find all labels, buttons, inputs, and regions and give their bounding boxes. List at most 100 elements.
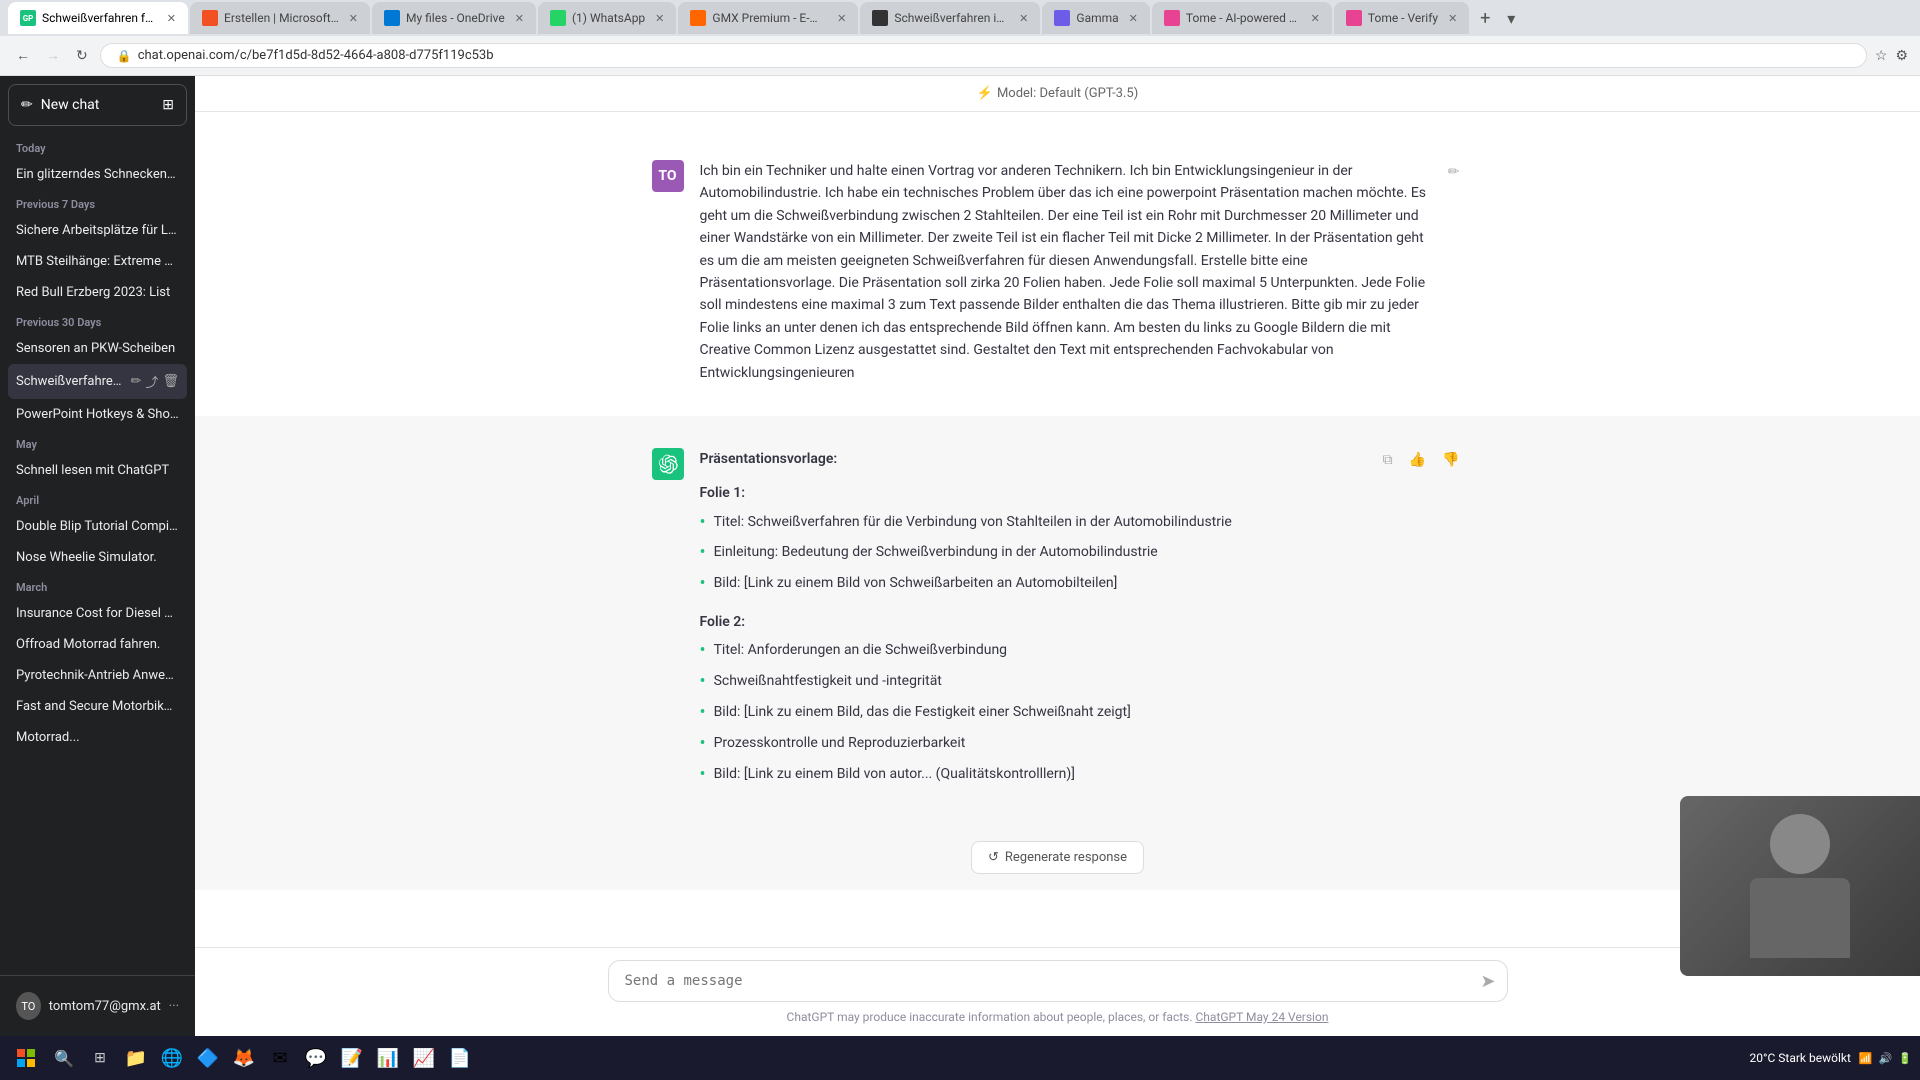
- tab-favicon-tome1: [1164, 10, 1180, 26]
- chat-item-text: Red Bull Erzberg 2023: List: [16, 285, 179, 300]
- chat-item-redbull[interactable]: Red Bull Erzberg 2023: List: [8, 277, 187, 308]
- wifi-icon: 📶: [1859, 1052, 1873, 1065]
- tab-close-gmx[interactable]: ✕: [837, 12, 846, 25]
- tab-close-gamma[interactable]: ✕: [1129, 12, 1138, 25]
- tab-github[interactable]: Schweißverfahren in... ✕: [860, 2, 1040, 34]
- back-button[interactable]: ←: [12, 43, 34, 68]
- assistant-message: Präsentationsvorlage: Folie 1: • Titel: …: [628, 432, 1488, 810]
- folie2-bullet-text-2: Schweißnahtfestigkeit und -integrität: [714, 670, 942, 697]
- chat-item-doubleblip[interactable]: Double Blip Tutorial Compilati...: [8, 511, 187, 542]
- folie1-bullet-3: • Bild: [Link zu einem Bild von Schweißa…: [700, 572, 1363, 599]
- chat-item-mtb[interactable]: MTB Steilhänge: Extreme Fah...: [8, 246, 187, 277]
- user-row[interactable]: TO tomtom77@gmx.at ···: [8, 984, 187, 1028]
- send-button[interactable]: ➤: [1480, 971, 1495, 992]
- chat-item-powerpoint[interactable]: PowerPoint Hotkeys & Shortc...: [8, 399, 187, 430]
- taskbar-mail[interactable]: ✉: [264, 1042, 296, 1074]
- message-input[interactable]: [608, 960, 1508, 1002]
- taskbar-notepad[interactable]: 📄: [444, 1042, 476, 1074]
- bullet-dot: •: [700, 570, 706, 599]
- star-icon[interactable]: ☆: [1875, 48, 1888, 64]
- thumbsdown-icon[interactable]: 👎: [1438, 448, 1463, 472]
- user-message-container: TO Ich bin ein Techniker und halte einen…: [195, 128, 1920, 416]
- search-taskbar-icon: 🔍: [54, 1049, 74, 1068]
- section-prev7: Previous 7 Days: [8, 190, 187, 215]
- tab-title-tome2: Tome - Verify: [1368, 11, 1438, 25]
- share-icon[interactable]: ⤴: [145, 372, 158, 391]
- reload-button[interactable]: ↻: [72, 44, 92, 68]
- edge-icon: 🔷: [197, 1048, 219, 1069]
- chat-item-text: Pyrotechnik-Antrieb Anwend...: [16, 668, 179, 683]
- tab-ms[interactable]: Erstellen | Microsoft 3... ✕: [190, 2, 370, 34]
- bullet-dot: •: [700, 637, 706, 666]
- sidebar-bottom: TO tomtom77@gmx.at ···: [0, 975, 195, 1036]
- section-march: March: [8, 573, 187, 598]
- chat-item-actions: ✏ ⤴ 🗑: [131, 372, 179, 391]
- folie2-bullet-4: • Prozesskontrolle und Reproduzierbarkei…: [700, 732, 1363, 759]
- start-button[interactable]: [8, 1040, 44, 1076]
- taskbar-teams[interactable]: 💬: [300, 1042, 332, 1074]
- taskbar-excel[interactable]: 📈: [408, 1042, 440, 1074]
- tab-close-ms[interactable]: ✕: [349, 12, 358, 25]
- taskbar-explorer[interactable]: 📁: [120, 1042, 152, 1074]
- tab-tome1[interactable]: Tome - AI-powered st... ✕: [1152, 2, 1332, 34]
- new-chat-button[interactable]: ✏ New chat ⊞: [8, 84, 187, 126]
- delete-icon[interactable]: 🗑: [162, 374, 179, 389]
- edit-message-icon[interactable]: ✏: [1444, 160, 1464, 184]
- address-bar-icons: ☆ ⚙: [1875, 48, 1908, 64]
- bullet-dot: •: [700, 761, 706, 790]
- sidebar-top: ✏ New chat ⊞: [0, 76, 195, 134]
- tab-favicon-github: [872, 10, 888, 26]
- edit-icon[interactable]: ✏: [131, 374, 142, 389]
- tab-whatsapp[interactable]: (1) WhatsApp ✕: [538, 2, 676, 34]
- tab-gamma[interactable]: Gamma ✕: [1042, 2, 1150, 34]
- video-person: [1680, 796, 1920, 976]
- tab-title-gamma: Gamma: [1076, 11, 1118, 25]
- chat-item-nosewheeliesim[interactable]: Nose Wheelie Simulator.: [8, 542, 187, 573]
- new-tab-button[interactable]: +: [1471, 4, 1499, 32]
- taskbar-search[interactable]: 🔍: [48, 1042, 80, 1074]
- chat-item-glittering[interactable]: Ein glitzerndes Schnecken-Ab...: [8, 159, 187, 190]
- taskbar-edge[interactable]: 🔷: [192, 1042, 224, 1074]
- chat-item-motorrad[interactable]: Motorrad...: [8, 722, 187, 753]
- tab-active[interactable]: GP Schweißverfahren fü... ✕: [8, 2, 188, 34]
- chat-item-fastsecure[interactable]: Fast and Secure Motorbike Lo...: [8, 691, 187, 722]
- tab-close-active[interactable]: ✕: [167, 12, 176, 25]
- forward-button[interactable]: →: [42, 43, 64, 68]
- sidebar-toggle-icon[interactable]: ⊞: [162, 97, 174, 113]
- chat-item-sicherejobs[interactable]: Sichere Arbeitsplätze für LKW...: [8, 215, 187, 246]
- tab-close-tome2[interactable]: ✕: [1448, 12, 1457, 25]
- taskbar-powerpoint[interactable]: 📊: [372, 1042, 404, 1074]
- tab-close-onedrive[interactable]: ✕: [515, 12, 524, 25]
- disclaimer-link[interactable]: ChatGPT May 24 Version: [1196, 1010, 1329, 1024]
- chat-item-sensoren[interactable]: Sensoren an PKW-Scheiben: [8, 333, 187, 364]
- tab-favicon-tome2: [1346, 10, 1362, 26]
- tab-gmx[interactable]: GMX Premium - E-M... ✕: [678, 2, 858, 34]
- model-label: Model: Default (GPT-3.5): [997, 86, 1138, 101]
- taskbar-word[interactable]: 📝: [336, 1042, 368, 1074]
- teams-icon: 💬: [305, 1048, 327, 1069]
- chat-item-pyrotechnik[interactable]: Pyrotechnik-Antrieb Anwend...: [8, 660, 187, 691]
- user-menu-dots[interactable]: ···: [169, 999, 179, 1014]
- tab-tome2[interactable]: Tome - Verify ✕: [1334, 2, 1469, 34]
- chat-item-offroad[interactable]: Offroad Motorrad fahren.: [8, 629, 187, 660]
- tab-close-whatsapp[interactable]: ✕: [655, 12, 664, 25]
- url-bar[interactable]: 🔒 chat.openai.com/c/be7f1d5d-8d52-4664-a…: [100, 43, 1867, 68]
- taskbar-firefox[interactable]: 🦊: [228, 1042, 260, 1074]
- tab-onedrive[interactable]: My files - OneDrive ✕: [372, 2, 536, 34]
- firefox-icon: 🦊: [233, 1048, 255, 1069]
- chat-item-schnelllesen[interactable]: Schnell lesen mit ChatGPT: [8, 455, 187, 486]
- taskbar-chrome[interactable]: 🌐: [156, 1042, 188, 1074]
- copy-icon[interactable]: ⧉: [1379, 448, 1397, 472]
- tab-overflow-button[interactable]: ▾: [1501, 9, 1521, 28]
- chat-item-schweiss-active[interactable]: Schweißverfahren fü... ✏ ⤴ 🗑: [8, 364, 187, 399]
- extension-icon[interactable]: ⚙: [1895, 48, 1908, 64]
- tab-close-tome1[interactable]: ✕: [1311, 12, 1320, 25]
- tab-close-github[interactable]: ✕: [1019, 12, 1028, 25]
- regen-icon: ↺: [988, 850, 999, 865]
- chat-item-insurance[interactable]: Insurance Cost for Diesel Car: [8, 598, 187, 629]
- chat-item-text: MTB Steilhänge: Extreme Fah...: [16, 254, 179, 269]
- regenerate-button[interactable]: ↺ Regenerate response: [971, 841, 1144, 874]
- thumbsup-icon[interactable]: 👍: [1405, 448, 1430, 472]
- chat-item-text-active: Schweißverfahren fü...: [16, 374, 127, 389]
- taskbar-task-view[interactable]: ⊞: [84, 1042, 116, 1074]
